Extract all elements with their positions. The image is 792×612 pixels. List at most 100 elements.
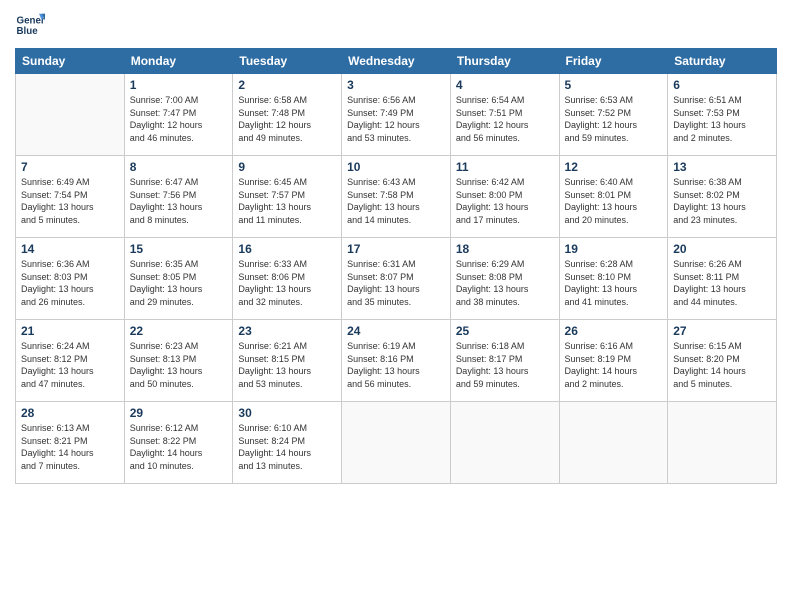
calendar-cell: 9 Sunrise: 6:45 AM Sunset: 7:57 PM Daylig… bbox=[233, 156, 342, 238]
calendar-cell bbox=[16, 74, 125, 156]
calendar-page: General Blue SundayMondayTuesdayWednesda… bbox=[0, 0, 792, 494]
calendar-cell: 15 Sunrise: 6:35 AM Sunset: 8:05 PM Dayli… bbox=[124, 238, 233, 320]
week-row-1: 1 Sunrise: 7:00 AM Sunset: 7:47 PM Daylig… bbox=[16, 74, 777, 156]
day-number: 12 bbox=[565, 160, 663, 174]
calendar-cell bbox=[559, 402, 668, 484]
calendar-cell: 13 Sunrise: 6:38 AM Sunset: 8:02 PM Dayli… bbox=[668, 156, 777, 238]
svg-text:Blue: Blue bbox=[17, 26, 39, 37]
day-number: 30 bbox=[238, 406, 336, 420]
calendar-cell: 10Sunrise: 6:43 AM Sunset: 7:58 PM Dayli… bbox=[342, 156, 451, 238]
day-info: Sunrise: 6:28 AM Sunset: 8:10 PM Dayligh… bbox=[565, 258, 663, 308]
calendar-cell: 11Sunrise: 6:42 AM Sunset: 8:00 PM Dayli… bbox=[450, 156, 559, 238]
day-number: 2 bbox=[238, 78, 336, 92]
day-number: 17 bbox=[347, 242, 445, 256]
day-info: Sunrise: 6:51 AM Sunset: 7:53 PM Dayligh… bbox=[673, 94, 771, 144]
day-info: Sunrise: 6:13 AM Sunset: 8:21 PM Dayligh… bbox=[21, 422, 119, 472]
day-info: Sunrise: 6:47 AM Sunset: 7:56 PM Dayligh… bbox=[130, 176, 228, 226]
calendar-table: SundayMondayTuesdayWednesdayThursdayFrid… bbox=[15, 48, 777, 484]
day-info: Sunrise: 6:16 AM Sunset: 8:19 PM Dayligh… bbox=[565, 340, 663, 390]
day-number: 4 bbox=[456, 78, 554, 92]
calendar-cell bbox=[342, 402, 451, 484]
calendar-cell: 14 Sunrise: 6:36 AM Sunset: 8:03 PM Dayli… bbox=[16, 238, 125, 320]
day-number: 15 bbox=[130, 242, 228, 256]
day-info: Sunrise: 6:38 AM Sunset: 8:02 PM Dayligh… bbox=[673, 176, 771, 226]
calendar-cell: 16 Sunrise: 6:33 AM Sunset: 8:06 PM Dayli… bbox=[233, 238, 342, 320]
day-number: 1 bbox=[130, 78, 228, 92]
calendar-cell: 17 Sunrise: 6:31 AM Sunset: 8:07 PM Dayli… bbox=[342, 238, 451, 320]
calendar-cell: 6 Sunrise: 6:51 AM Sunset: 7:53 PM Daylig… bbox=[668, 74, 777, 156]
calendar-cell: 4 Sunrise: 6:54 AM Sunset: 7:51 PM Daylig… bbox=[450, 74, 559, 156]
day-number: 23 bbox=[238, 324, 336, 338]
day-number: 27 bbox=[673, 324, 771, 338]
day-number: 6 bbox=[673, 78, 771, 92]
day-info: Sunrise: 6:36 AM Sunset: 8:03 PM Dayligh… bbox=[21, 258, 119, 308]
calendar-cell: 30 Sunrise: 6:10 AM Sunset: 8:24 PM Dayli… bbox=[233, 402, 342, 484]
day-number: 26 bbox=[565, 324, 663, 338]
day-info: Sunrise: 6:19 AM Sunset: 8:16 PM Dayligh… bbox=[347, 340, 445, 390]
logo-icon: General Blue bbox=[15, 10, 45, 40]
calendar-cell bbox=[668, 402, 777, 484]
calendar-cell: 1 Sunrise: 7:00 AM Sunset: 7:47 PM Daylig… bbox=[124, 74, 233, 156]
day-info: Sunrise: 6:35 AM Sunset: 8:05 PM Dayligh… bbox=[130, 258, 228, 308]
day-number: 29 bbox=[130, 406, 228, 420]
weekday-header-wednesday: Wednesday bbox=[342, 49, 451, 74]
day-number: 3 bbox=[347, 78, 445, 92]
day-number: 7 bbox=[21, 160, 119, 174]
calendar-cell: 23 Sunrise: 6:21 AM Sunset: 8:15 PM Dayli… bbox=[233, 320, 342, 402]
day-info: Sunrise: 6:58 AM Sunset: 7:48 PM Dayligh… bbox=[238, 94, 336, 144]
calendar-cell: 7 Sunrise: 6:49 AM Sunset: 7:54 PM Daylig… bbox=[16, 156, 125, 238]
calendar-cell: 21 Sunrise: 6:24 AM Sunset: 8:12 PM Dayli… bbox=[16, 320, 125, 402]
day-number: 19 bbox=[565, 242, 663, 256]
week-row-3: 14 Sunrise: 6:36 AM Sunset: 8:03 PM Dayli… bbox=[16, 238, 777, 320]
day-info: Sunrise: 6:45 AM Sunset: 7:57 PM Dayligh… bbox=[238, 176, 336, 226]
weekday-header-row: SundayMondayTuesdayWednesdayThursdayFrid… bbox=[16, 49, 777, 74]
weekday-header-saturday: Saturday bbox=[668, 49, 777, 74]
day-info: Sunrise: 6:15 AM Sunset: 8:20 PM Dayligh… bbox=[673, 340, 771, 390]
calendar-cell: 19 Sunrise: 6:28 AM Sunset: 8:10 PM Dayli… bbox=[559, 238, 668, 320]
day-info: Sunrise: 6:43 AM Sunset: 7:58 PM Dayligh… bbox=[347, 176, 445, 226]
day-info: Sunrise: 6:23 AM Sunset: 8:13 PM Dayligh… bbox=[130, 340, 228, 390]
calendar-cell: 26 Sunrise: 6:16 AM Sunset: 8:19 PM Dayli… bbox=[559, 320, 668, 402]
weekday-header-tuesday: Tuesday bbox=[233, 49, 342, 74]
day-number: 9 bbox=[238, 160, 336, 174]
calendar-cell bbox=[450, 402, 559, 484]
day-info: Sunrise: 6:18 AM Sunset: 8:17 PM Dayligh… bbox=[456, 340, 554, 390]
calendar-cell: 22Sunrise: 6:23 AM Sunset: 8:13 PM Dayli… bbox=[124, 320, 233, 402]
day-number: 5 bbox=[565, 78, 663, 92]
day-info: Sunrise: 6:33 AM Sunset: 8:06 PM Dayligh… bbox=[238, 258, 336, 308]
day-info: Sunrise: 6:42 AM Sunset: 8:00 PM Dayligh… bbox=[456, 176, 554, 226]
calendar-cell: 25 Sunrise: 6:18 AM Sunset: 8:17 PM Dayli… bbox=[450, 320, 559, 402]
calendar-cell: 12 Sunrise: 6:40 AM Sunset: 8:01 PM Dayli… bbox=[559, 156, 668, 238]
day-number: 25 bbox=[456, 324, 554, 338]
day-info: Sunrise: 6:31 AM Sunset: 8:07 PM Dayligh… bbox=[347, 258, 445, 308]
weekday-header-friday: Friday bbox=[559, 49, 668, 74]
calendar-cell: 27 Sunrise: 6:15 AM Sunset: 8:20 PM Dayli… bbox=[668, 320, 777, 402]
calendar-cell: 20Sunrise: 6:26 AM Sunset: 8:11 PM Dayli… bbox=[668, 238, 777, 320]
day-info: Sunrise: 6:53 AM Sunset: 7:52 PM Dayligh… bbox=[565, 94, 663, 144]
day-number: 14 bbox=[21, 242, 119, 256]
day-info: Sunrise: 6:24 AM Sunset: 8:12 PM Dayligh… bbox=[21, 340, 119, 390]
weekday-header-thursday: Thursday bbox=[450, 49, 559, 74]
calendar-cell: 2 Sunrise: 6:58 AM Sunset: 7:48 PM Daylig… bbox=[233, 74, 342, 156]
day-info: Sunrise: 7:00 AM Sunset: 7:47 PM Dayligh… bbox=[130, 94, 228, 144]
day-number: 28 bbox=[21, 406, 119, 420]
week-row-4: 21 Sunrise: 6:24 AM Sunset: 8:12 PM Dayli… bbox=[16, 320, 777, 402]
calendar-cell: 3Sunrise: 6:56 AM Sunset: 7:49 PM Daylig… bbox=[342, 74, 451, 156]
day-info: Sunrise: 6:49 AM Sunset: 7:54 PM Dayligh… bbox=[21, 176, 119, 226]
day-number: 16 bbox=[238, 242, 336, 256]
day-info: Sunrise: 6:40 AM Sunset: 8:01 PM Dayligh… bbox=[565, 176, 663, 226]
week-row-2: 7 Sunrise: 6:49 AM Sunset: 7:54 PM Daylig… bbox=[16, 156, 777, 238]
header: General Blue bbox=[15, 10, 777, 40]
calendar-cell: 5 Sunrise: 6:53 AM Sunset: 7:52 PM Daylig… bbox=[559, 74, 668, 156]
day-info: Sunrise: 6:29 AM Sunset: 8:08 PM Dayligh… bbox=[456, 258, 554, 308]
day-number: 21 bbox=[21, 324, 119, 338]
day-info: Sunrise: 6:21 AM Sunset: 8:15 PM Dayligh… bbox=[238, 340, 336, 390]
day-info: Sunrise: 6:10 AM Sunset: 8:24 PM Dayligh… bbox=[238, 422, 336, 472]
day-info: Sunrise: 6:54 AM Sunset: 7:51 PM Dayligh… bbox=[456, 94, 554, 144]
calendar-cell: 29Sunrise: 6:12 AM Sunset: 8:22 PM Dayli… bbox=[124, 402, 233, 484]
day-number: 13 bbox=[673, 160, 771, 174]
calendar-cell: 24Sunrise: 6:19 AM Sunset: 8:16 PM Dayli… bbox=[342, 320, 451, 402]
weekday-header-sunday: Sunday bbox=[16, 49, 125, 74]
day-number: 18 bbox=[456, 242, 554, 256]
day-info: Sunrise: 6:26 AM Sunset: 8:11 PM Dayligh… bbox=[673, 258, 771, 308]
